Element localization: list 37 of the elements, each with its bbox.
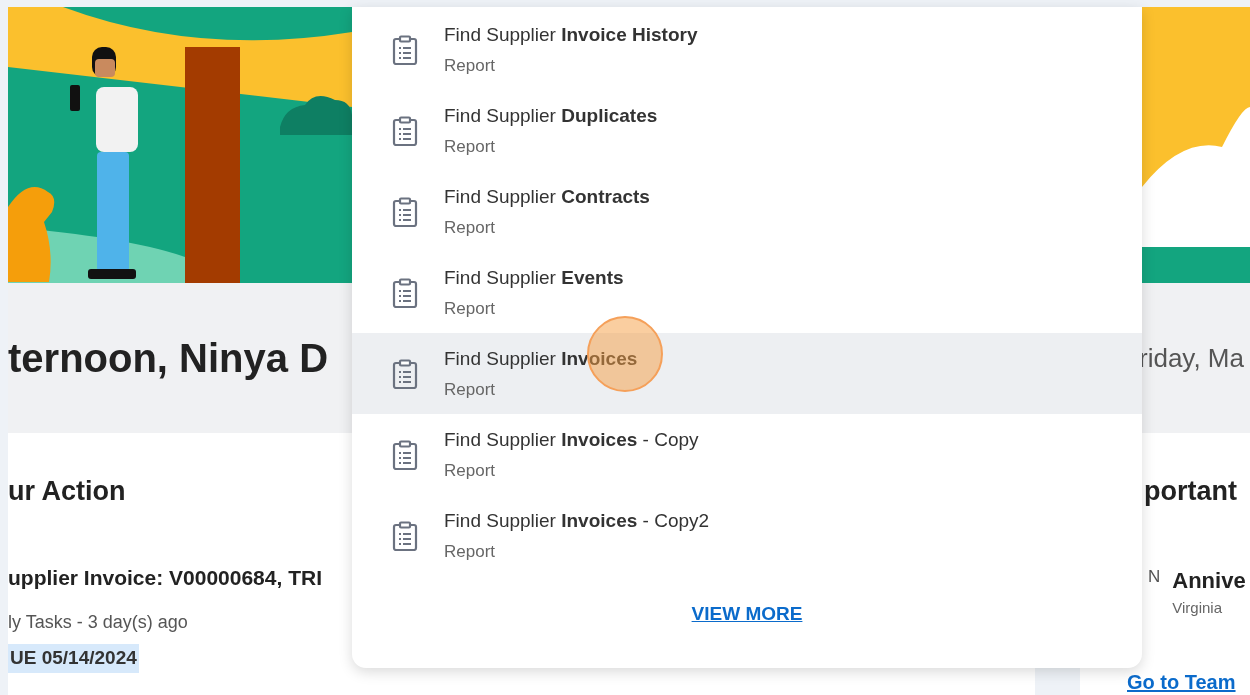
result-type: Report [444,379,497,401]
result-type: Report [444,298,497,320]
clipboard-list-icon [392,520,418,551]
event-title: Annive [1172,566,1246,595]
result-title: Find Supplier Invoice History [444,22,698,47]
result-title: Find Supplier Invoices - Copy [444,427,699,452]
card-heading: ur Action [8,475,126,508]
event-person: Virginia [1172,597,1224,618]
result-type: Report [444,55,497,77]
clipboard-list-icon [392,358,418,389]
greeting-heading: ternoon, Ninya D [8,338,329,378]
clipboard-list-icon [392,34,418,65]
result-title: Find Supplier Contracts [444,184,650,209]
result-type: Report [444,217,497,239]
search-result-item[interactable]: Find Supplier Invoice History Report [352,9,1142,90]
result-title: Find Supplier Invoices - Copy2 [444,508,710,533]
result-title: Find Supplier Events [444,265,624,290]
result-type: Report [444,136,497,158]
clipboard-list-icon [392,439,418,470]
month-text: N [1148,565,1161,588]
clipboard-list-icon [392,196,418,227]
result-title: Find Supplier Duplicates [444,103,658,128]
clipboard-list-icon [392,115,418,146]
team-link[interactable]: Go to Team [1127,667,1236,695]
search-result-item[interactable]: Find Supplier Events Report [352,252,1142,333]
view-more-link[interactable]: VIEW MORE [691,600,803,629]
bush-drawing [280,96,352,135]
task-meta: ly Tasks - 3 day(s) ago [8,611,188,634]
due-date-badge: UE 05/14/2024 [8,644,139,673]
search-result-item[interactable]: Find Supplier Invoices - Copy2 Report [352,495,1142,576]
clipboard-list-icon [392,277,418,308]
result-type: Report [444,460,497,482]
date-text: riday, Ma [1139,341,1244,375]
task-title[interactable]: upplier Invoice: V00000684, TRI [8,561,322,593]
card-heading: portant [1144,475,1237,508]
result-type: Report [444,541,497,563]
search-result-item[interactable]: Find Supplier Invoices - Copy Report [352,414,1142,495]
